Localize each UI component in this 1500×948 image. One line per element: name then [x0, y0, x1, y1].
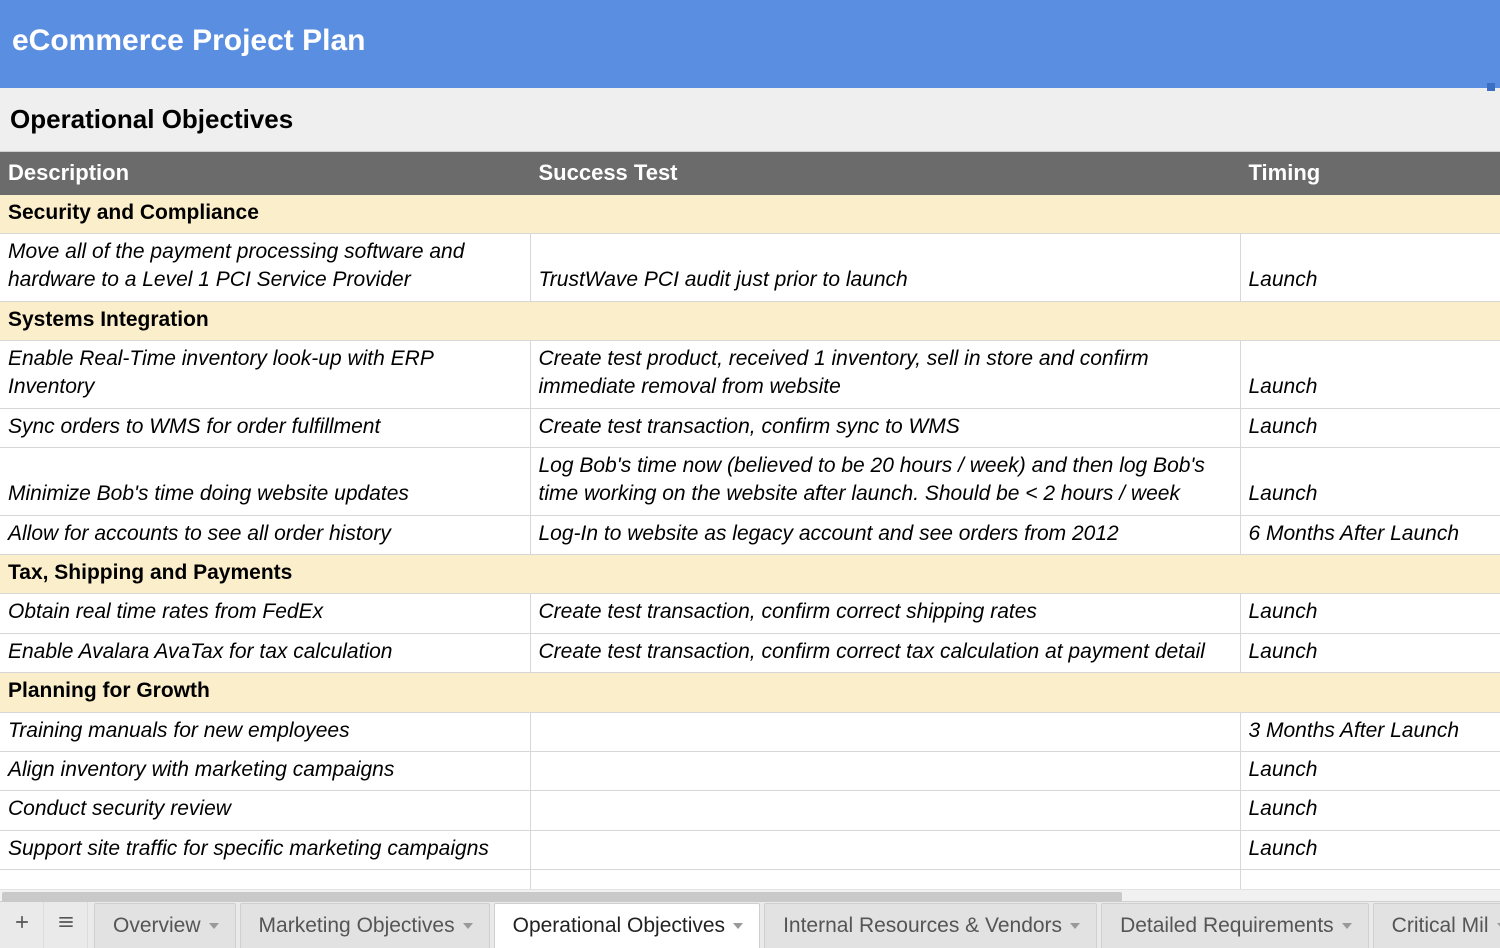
empty-cell[interactable]: [530, 869, 1240, 888]
cell-description[interactable]: Enable Real-Time inventory look-up with …: [0, 341, 530, 409]
sheet-tab[interactable]: Critical Mil: [1373, 903, 1500, 948]
cell-success[interactable]: Create test transaction, confirm sync to…: [530, 408, 1240, 447]
section-heading: Operational Objectives: [0, 88, 1500, 152]
sheet-tabs-container: Overview Marketing Objectives Operational …: [88, 902, 1500, 948]
cell-timing[interactable]: Launch: [1240, 751, 1500, 790]
table-header-row: Description Success Test Timing: [0, 152, 1500, 194]
add-sheet-button[interactable]: [0, 902, 44, 948]
cell-description[interactable]: Move all of the payment processing softw…: [0, 234, 530, 302]
sheet-tab[interactable]: Detailed Requirements: [1101, 903, 1369, 948]
cell-description[interactable]: Allow for accounts to see all order hist…: [0, 515, 530, 554]
sheet-tab-label: Marketing Objectives: [259, 914, 455, 938]
chevron-down-icon[interactable]: [1342, 923, 1352, 929]
group-row[interactable]: Tax, Shipping and Payments: [0, 555, 1500, 594]
table-row[interactable]: Enable Real-Time inventory look-up with …: [0, 341, 1500, 409]
sheet-tab-label: Detailed Requirements: [1120, 914, 1334, 938]
table-row[interactable]: Support site traffic for specific market…: [0, 830, 1500, 869]
sheet-tab[interactable]: Marketing Objectives: [240, 903, 490, 948]
table-row[interactable]: Enable Avalara AvaTax for tax calculatio…: [0, 633, 1500, 672]
cell-timing[interactable]: Launch: [1240, 791, 1500, 830]
cell-timing[interactable]: Launch: [1240, 633, 1500, 672]
group-row[interactable]: Systems Integration: [0, 301, 1500, 340]
sheet-tab[interactable]: Overview: [94, 903, 236, 948]
cell-success[interactable]: Log-In to website as legacy account and …: [530, 515, 1240, 554]
sheet-tab[interactable]: Operational Objectives: [494, 903, 760, 948]
col-header-description[interactable]: Description: [0, 152, 530, 194]
cell-description[interactable]: Support site traffic for specific market…: [0, 830, 530, 869]
cell-timing[interactable]: Launch: [1240, 234, 1500, 302]
chevron-down-icon[interactable]: [1497, 923, 1500, 929]
all-sheets-button[interactable]: [44, 902, 88, 948]
cell-success[interactable]: [530, 830, 1240, 869]
col-header-success[interactable]: Success Test: [530, 152, 1240, 194]
cell-description[interactable]: Training manuals for new employees: [0, 712, 530, 751]
sheet-tab-label: Operational Objectives: [513, 914, 725, 938]
cell-timing[interactable]: Launch: [1240, 341, 1500, 409]
sheet-tab-bar: Overview Marketing Objectives Operational …: [0, 901, 1500, 948]
scrollbar-thumb[interactable]: [2, 892, 1122, 902]
sheet-tab-label: Internal Resources & Vendors: [783, 914, 1062, 938]
cell-timing[interactable]: 3 Months After Launch: [1240, 712, 1500, 751]
cell-timing[interactable]: Launch: [1240, 830, 1500, 869]
chevron-down-icon[interactable]: [463, 923, 473, 929]
section-heading-text: Operational Objectives: [10, 104, 293, 134]
cell-description[interactable]: Conduct security review: [0, 791, 530, 830]
table-row[interactable]: Obtain real time rates from FedExCreate …: [0, 594, 1500, 633]
empty-cell[interactable]: [0, 869, 530, 888]
col-header-timing[interactable]: Timing: [1240, 152, 1500, 194]
table-row[interactable]: Allow for accounts to see all order hist…: [0, 515, 1500, 554]
cell-description[interactable]: Obtain real time rates from FedEx: [0, 594, 530, 633]
table-row[interactable]: Minimize Bob's time doing website update…: [0, 448, 1500, 516]
chevron-down-icon[interactable]: [733, 923, 743, 929]
cell-timing[interactable]: 6 Months After Launch: [1240, 515, 1500, 554]
sheet-tab-label: Overview: [113, 914, 201, 938]
objectives-table[interactable]: Description Success Test Timing Security…: [0, 152, 1500, 889]
cell-success[interactable]: Create test transaction, confirm correct…: [530, 633, 1240, 672]
horizontal-scrollbar[interactable]: [0, 889, 1500, 902]
group-name[interactable]: Planning for Growth: [0, 673, 1500, 712]
menu-icon: [56, 912, 76, 938]
group-row[interactable]: Planning for Growth: [0, 673, 1500, 712]
cell-description[interactable]: Sync orders to WMS for order fulfillment: [0, 408, 530, 447]
table-row[interactable]: Align inventory with marketing campaigns…: [0, 751, 1500, 790]
document-title: eCommerce Project Plan: [12, 24, 365, 57]
table-row[interactable]: Training manuals for new employees 3 Mont…: [0, 712, 1500, 751]
cell-success[interactable]: [530, 751, 1240, 790]
table-row[interactable]: Sync orders to WMS for order fulfillment…: [0, 408, 1500, 447]
group-name[interactable]: Security and Compliance: [0, 194, 1500, 233]
cell-success[interactable]: [530, 712, 1240, 751]
cell-timing[interactable]: Launch: [1240, 594, 1500, 633]
group-name[interactable]: Systems Integration: [0, 301, 1500, 340]
cell-description[interactable]: Minimize Bob's time doing website update…: [0, 448, 530, 516]
cell-success[interactable]: Create test transaction, confirm correct…: [530, 594, 1240, 633]
group-name[interactable]: Tax, Shipping and Payments: [0, 555, 1500, 594]
sheet-tab[interactable]: Internal Resources & Vendors: [764, 903, 1097, 948]
spreadsheet-grid[interactable]: Description Success Test Timing Security…: [0, 152, 1500, 889]
cell-timing[interactable]: Launch: [1240, 408, 1500, 447]
chevron-down-icon[interactable]: [1070, 923, 1080, 929]
cell-description[interactable]: Enable Avalara AvaTax for tax calculatio…: [0, 633, 530, 672]
cell-success[interactable]: [530, 791, 1240, 830]
group-row[interactable]: Security and Compliance: [0, 194, 1500, 233]
table-row[interactable]: Conduct security review Launch: [0, 791, 1500, 830]
chevron-down-icon[interactable]: [209, 923, 219, 929]
empty-cell[interactable]: [1240, 869, 1500, 888]
cell-success[interactable]: TrustWave PCI audit just prior to launch: [530, 234, 1240, 302]
empty-row[interactable]: [0, 869, 1500, 888]
cell-timing[interactable]: Launch: [1240, 448, 1500, 516]
plus-icon: [12, 912, 32, 938]
sheet-tab-label: Critical Mil: [1392, 914, 1489, 938]
table-row[interactable]: Move all of the payment processing softw…: [0, 234, 1500, 302]
cell-success[interactable]: Create test product, received 1 inventor…: [530, 341, 1240, 409]
document-title-bar: eCommerce Project Plan: [0, 0, 1500, 88]
cell-description[interactable]: Align inventory with marketing campaigns: [0, 751, 530, 790]
cell-success[interactable]: Log Bob's time now (believed to be 20 ho…: [530, 448, 1240, 516]
